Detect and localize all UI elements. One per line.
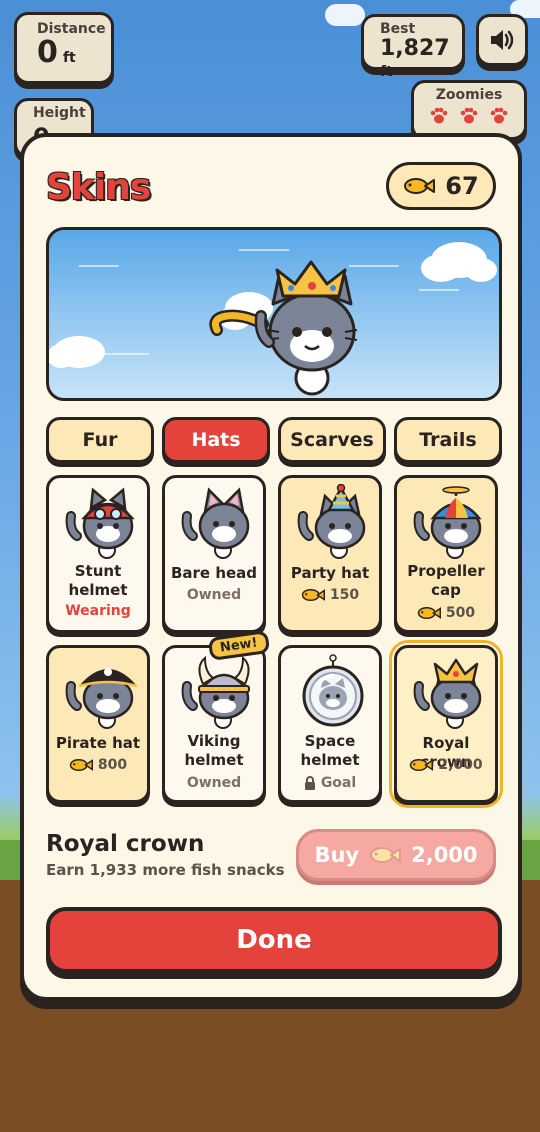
modal-title: Skins xyxy=(46,167,151,208)
hat-card-propeller-cap[interactable]: Propeller cap 500 xyxy=(394,475,498,633)
selected-item-description: Earn 1,933 more fish snacks xyxy=(46,861,285,879)
fish-counter: 67 xyxy=(386,162,496,210)
fish-icon xyxy=(301,589,325,601)
zoomies-label: Zoomies xyxy=(435,87,503,103)
distance-panel: Distance 0 ft xyxy=(14,12,114,84)
hat-price: 2,000 xyxy=(397,756,495,774)
hat-card-space-helmet[interactable]: Space helmet Goal xyxy=(278,645,382,803)
hat-price: 500 xyxy=(397,604,495,622)
hat-price: 150 xyxy=(281,586,379,604)
distance-unit: ft xyxy=(62,50,76,66)
hat-card-pirate-hat[interactable]: Pirate hat 800 xyxy=(46,645,150,803)
hat-status: Owned xyxy=(186,775,242,791)
preview-scene xyxy=(49,242,497,396)
skin-preview xyxy=(46,227,502,401)
paw-icon xyxy=(430,107,448,124)
hat-name: Pirate hat xyxy=(55,734,141,752)
hat-card-royal-crown[interactable]: Royal crown 2,000 xyxy=(389,640,503,808)
fish-icon xyxy=(410,759,434,771)
fish-icon xyxy=(417,607,441,619)
done-button[interactable]: Done xyxy=(46,907,502,973)
best-panel: Best 1,827 ft xyxy=(361,14,465,80)
hat-price: 800 xyxy=(49,756,147,774)
fish-count: 67 xyxy=(445,172,479,200)
space-helmet-icon xyxy=(302,654,364,727)
background-cloud xyxy=(325,4,365,26)
hat-goal: Goal xyxy=(281,774,379,792)
fish-icon xyxy=(69,759,93,771)
tab-hats[interactable]: Hats xyxy=(162,417,270,463)
hat-card-party-hat[interactable]: Party hat 150 xyxy=(278,475,382,633)
best-label: Best xyxy=(380,21,416,37)
hat-name: Stunt helmet xyxy=(68,562,128,599)
buy-label: Buy xyxy=(314,843,360,867)
best-value: 1,827 xyxy=(380,36,450,61)
cloud-icon xyxy=(421,242,497,282)
selected-item-name: Royal crown xyxy=(46,831,205,857)
tab-trails[interactable]: Trails xyxy=(394,417,502,463)
propeller-cap-icon xyxy=(413,486,482,559)
tab-scarves[interactable]: Scarves xyxy=(278,417,386,463)
hat-name: Propeller cap xyxy=(407,562,485,599)
fish-icon xyxy=(370,847,402,863)
bare-head-icon xyxy=(181,487,250,559)
lock-icon xyxy=(304,776,315,790)
category-tabs: Fur Hats Scarves Trails xyxy=(46,417,502,465)
fish-icon xyxy=(404,178,436,194)
hat-name: Bare head xyxy=(170,564,258,582)
hat-name: Space helmet xyxy=(300,732,360,769)
paw-icon xyxy=(490,107,508,124)
cloud-icon xyxy=(49,336,105,368)
hat-name: Viking helmet xyxy=(184,732,244,769)
stunt-helmet-icon xyxy=(65,487,135,559)
royal-crown-icon xyxy=(413,658,482,729)
hat-grid: Stunt helmet Wearing Bare head Owned Par… xyxy=(46,475,503,808)
distance-value: 0 xyxy=(37,35,58,70)
tab-fur[interactable]: Fur xyxy=(46,417,154,463)
hat-status: Wearing xyxy=(65,603,131,619)
best-unit: ft xyxy=(380,64,393,80)
viking-helmet-icon xyxy=(181,655,250,729)
hat-card-bare-head[interactable]: Bare head Owned xyxy=(162,475,266,633)
buy-button[interactable]: Buy 2,000 xyxy=(296,829,496,881)
pirate-hat-icon xyxy=(65,668,138,729)
hat-status: Owned xyxy=(186,587,242,603)
height-label: Height xyxy=(33,105,86,121)
party-hat-icon xyxy=(297,484,366,559)
hat-card-stunt-helmet[interactable]: Stunt helmet Wearing xyxy=(46,475,150,633)
skins-modal: Skins 67 Fur Hats Scarves Trails Stunt h… xyxy=(20,133,522,1001)
hat-name: Party hat xyxy=(290,564,370,582)
zoomies-panel: Zoomies xyxy=(411,80,527,140)
paw-icon xyxy=(460,107,478,124)
buy-price: 2,000 xyxy=(411,843,478,867)
hat-card-viking-helmet[interactable]: New! Viking helmet Owned xyxy=(162,629,271,803)
sound-button[interactable] xyxy=(476,14,528,66)
speaker-icon xyxy=(491,30,514,50)
